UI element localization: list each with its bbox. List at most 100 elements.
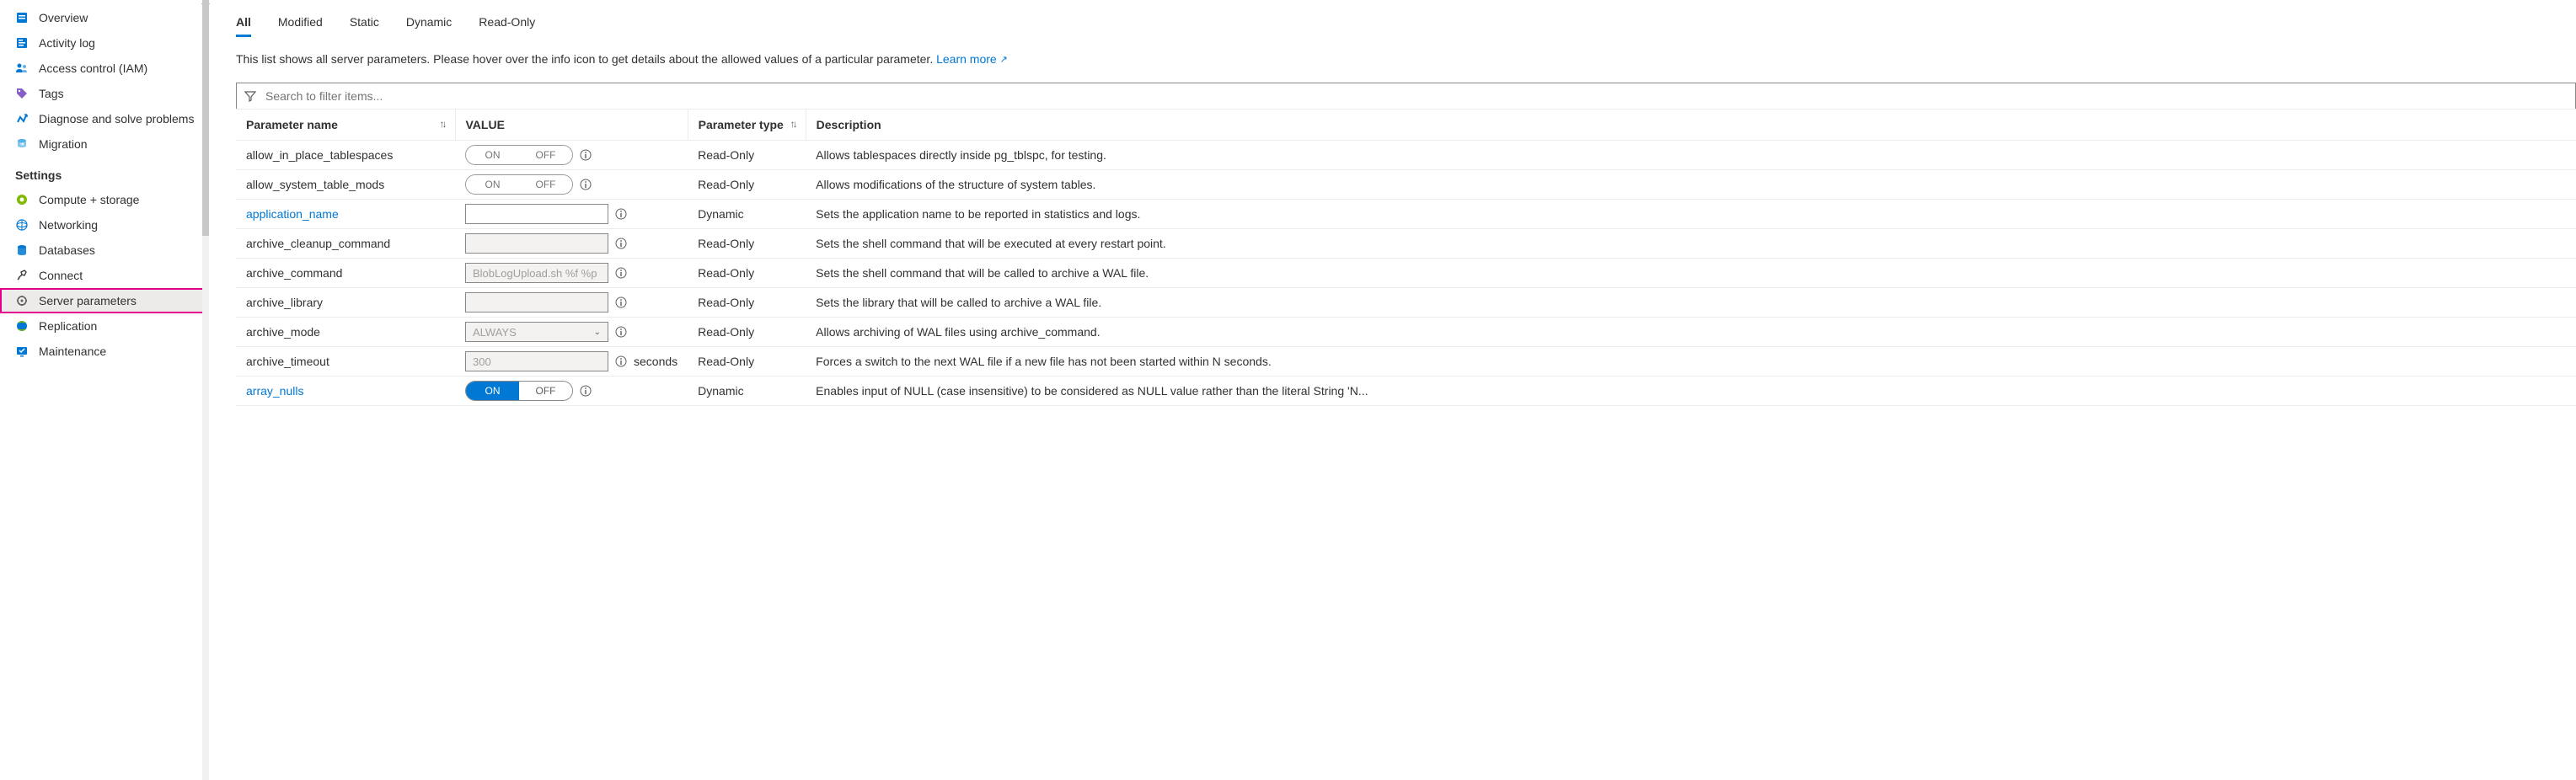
info-icon[interactable] <box>615 355 627 367</box>
nav-label: Connect <box>39 269 83 282</box>
header-parameter-name[interactable]: Parameter name ↑↓ <box>236 110 455 141</box>
sidebar-item-diagnose[interactable]: Diagnose and solve problems <box>0 106 209 131</box>
select-value: ALWAYS <box>473 326 517 339</box>
replication-icon <box>15 319 29 333</box>
sidebar-item-compute-storage[interactable]: Compute + storage <box>0 187 209 212</box>
networking-icon <box>15 218 29 232</box>
sidebar-item-networking[interactable]: Networking <box>0 212 209 238</box>
value-wrapper: ONOFF <box>465 174 677 195</box>
header-parameter-type[interactable]: Parameter type ↑↓ <box>688 110 806 141</box>
tab-dynamic[interactable]: Dynamic <box>406 8 452 37</box>
parameter-type: Read-Only <box>688 288 806 318</box>
sidebar-item-activity-log[interactable]: Activity log <box>0 30 209 56</box>
toggle-on-label: ON <box>466 146 519 164</box>
nav-label: Replication <box>39 319 97 333</box>
nav-label: Maintenance <box>39 345 106 358</box>
parameter-description: Enables input of NULL (case insensitive)… <box>806 377 2576 406</box>
parameter-value-input <box>465 233 608 254</box>
parameter-type: Dynamic <box>688 200 806 229</box>
info-icon[interactable] <box>615 208 627 220</box>
sidebar-item-tags[interactable]: Tags <box>0 81 209 106</box>
info-icon[interactable] <box>580 149 592 161</box>
value-wrapper: ONOFF <box>465 145 677 165</box>
sidebar-item-access-control[interactable]: Access control (IAM) <box>0 56 209 81</box>
parameter-value-input <box>465 263 608 283</box>
tags-icon <box>15 87 29 100</box>
search-wrapper <box>236 83 2576 109</box>
main-content: All Modified Static Dynamic Read-Only Th… <box>209 0 2576 780</box>
info-icon[interactable] <box>615 238 627 249</box>
toggle-off-label: OFF <box>519 175 572 194</box>
table-row: allow_system_table_modsONOFFRead-OnlyAll… <box>236 170 2576 200</box>
parameter-value-select: ALWAYS⌄ <box>465 322 608 342</box>
parameter-name-link[interactable]: application_name <box>246 207 339 221</box>
parameter-description: Allows modifications of the structure of… <box>806 170 2576 200</box>
tab-all[interactable]: All <box>236 8 251 37</box>
filter-icon <box>244 90 256 102</box>
sidebar: Overview Activity log Access control (IA… <box>0 0 209 780</box>
tab-read-only[interactable]: Read-Only <box>479 8 535 37</box>
toggle-on-label: ON <box>466 175 519 194</box>
info-icon[interactable] <box>615 267 627 279</box>
parameter-description: Allows archiving of WAL files using arch… <box>806 318 2576 347</box>
databases-icon <box>15 243 29 257</box>
sidebar-item-migration[interactable]: Migration <box>0 131 209 157</box>
table-row: archive_commandRead-OnlySets the shell c… <box>236 259 2576 288</box>
parameter-type: Read-Only <box>688 259 806 288</box>
table-row: allow_in_place_tablespacesONOFFRead-Only… <box>236 141 2576 170</box>
value-wrapper <box>465 292 677 313</box>
toggle-on-label: ON <box>466 382 519 400</box>
parameter-description: Sets the shell command that will be exec… <box>806 229 2576 259</box>
access-control-icon <box>15 61 29 75</box>
tab-modified[interactable]: Modified <box>278 8 323 37</box>
toggle-switch: ONOFF <box>465 145 573 165</box>
sidebar-item-databases[interactable]: Databases <box>0 238 209 263</box>
parameter-value-input <box>465 292 608 313</box>
info-icon[interactable] <box>615 326 627 338</box>
learn-more-link[interactable]: Learn more ↗ <box>936 52 1008 66</box>
sidebar-item-server-parameters[interactable]: Server parameters <box>0 288 209 313</box>
search-input[interactable] <box>236 83 2576 109</box>
parameter-type: Read-Only <box>688 318 806 347</box>
maintenance-icon <box>15 345 29 358</box>
parameter-description: Sets the shell command that will be call… <box>806 259 2576 288</box>
value-wrapper <box>465 263 677 283</box>
parameter-name: archive_library <box>246 296 323 309</box>
description-body: This list shows all server parameters. P… <box>236 52 936 66</box>
compute-storage-icon <box>15 193 29 206</box>
parameters-table: Parameter name ↑↓ VALUE Parameter type ↑… <box>236 109 2576 406</box>
tab-static[interactable]: Static <box>350 8 379 37</box>
sidebar-item-maintenance[interactable]: Maintenance <box>0 339 209 364</box>
parameter-name-link[interactable]: array_nulls <box>246 384 303 398</box>
table-row: archive_cleanup_commandRead-OnlySets the… <box>236 229 2576 259</box>
overview-icon <box>15 11 29 24</box>
info-icon[interactable] <box>580 179 592 190</box>
table-row: archive_timeoutsecondsRead-OnlyForces a … <box>236 347 2576 377</box>
toggle-switch[interactable]: ONOFF <box>465 381 573 401</box>
parameter-value-input[interactable] <box>465 204 608 224</box>
sort-icon[interactable]: ↑↓ <box>790 118 795 130</box>
nav-label: Diagnose and solve problems <box>39 112 194 126</box>
header-description[interactable]: Description <box>806 110 2576 141</box>
sidebar-item-connect[interactable]: Connect <box>0 263 209 288</box>
parameter-description: Allows tablespaces directly inside pg_tb… <box>806 141 2576 170</box>
toggle-switch: ONOFF <box>465 174 573 195</box>
sidebar-scrollbar[interactable] <box>202 0 209 780</box>
sidebar-item-overview[interactable]: Overview <box>0 5 209 30</box>
description-text: This list shows all server parameters. P… <box>236 52 2576 66</box>
nav-label: Databases <box>39 243 95 257</box>
scrollbar-thumb[interactable] <box>202 0 209 236</box>
nav-label: Activity log <box>39 36 95 50</box>
sort-icon[interactable]: ↑↓ <box>440 118 445 130</box>
header-value[interactable]: VALUE <box>455 110 688 141</box>
settings-header: Settings <box>0 157 209 187</box>
sidebar-item-replication[interactable]: Replication <box>0 313 209 339</box>
diagnose-icon <box>15 112 29 126</box>
parameter-name: allow_system_table_mods <box>246 178 384 191</box>
nav-label: Tags <box>39 87 64 100</box>
info-icon[interactable] <box>615 297 627 308</box>
info-icon[interactable] <box>580 385 592 397</box>
nav-label: Migration <box>39 137 88 151</box>
parameter-type: Read-Only <box>688 347 806 377</box>
table-row: application_nameDynamicSets the applicat… <box>236 200 2576 229</box>
